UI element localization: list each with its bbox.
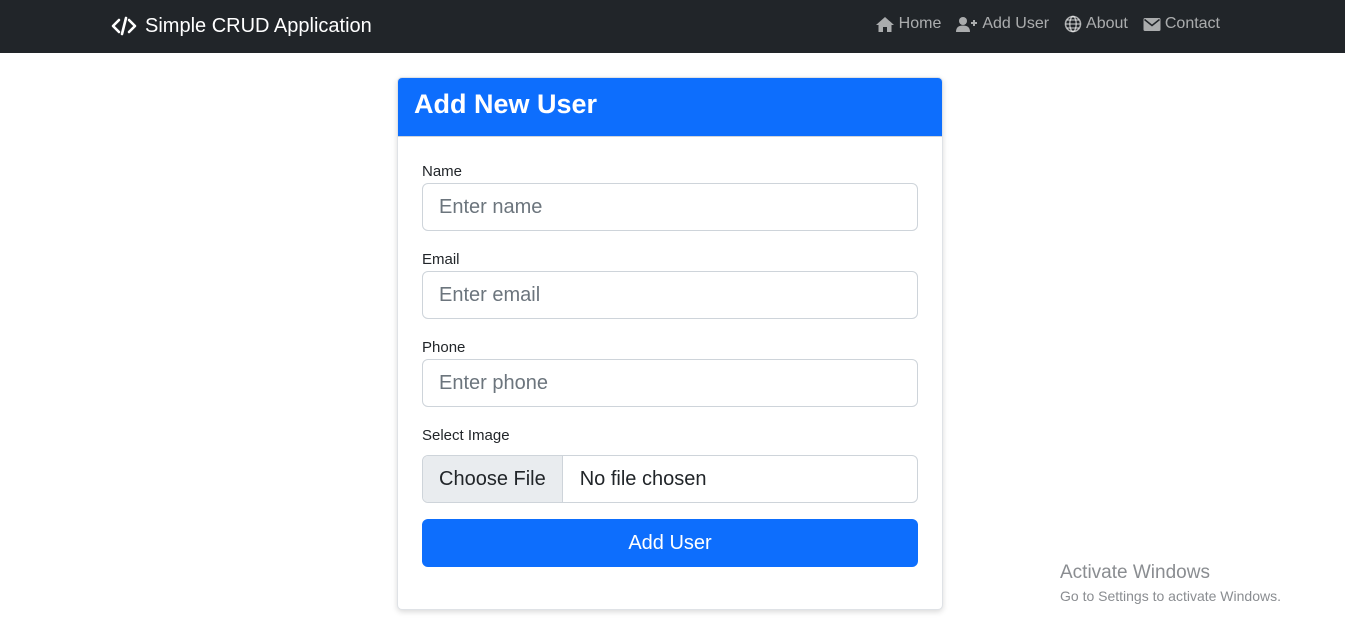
home-icon	[875, 16, 894, 32]
nav-links: Home Add User About Contact	[860, 15, 1220, 33]
user-plus-icon	[956, 16, 978, 32]
nav-add-user-label: Add User	[982, 15, 1050, 32]
phone-input[interactable]	[422, 359, 918, 407]
nav-about[interactable]: About	[1064, 15, 1128, 33]
name-input[interactable]	[422, 183, 918, 231]
image-label: Select Image	[422, 427, 510, 444]
add-user-button[interactable]: Add User	[422, 519, 918, 567]
globe-icon	[1064, 15, 1082, 33]
brand-label: Simple CRUD Application	[145, 14, 372, 37]
watermark-title: Activate Windows	[1060, 562, 1210, 583]
nav-contact-label: Contact	[1164, 15, 1220, 32]
nav-home-label: Home	[898, 15, 942, 32]
nav-about-label: About	[1086, 15, 1128, 32]
name-label: Name	[422, 163, 463, 180]
add-user-form: Name Email Phone Select Image Choose Fil…	[398, 163, 942, 567]
envelope-icon	[1143, 17, 1161, 31]
nav-add-user[interactable]: Add User	[956, 15, 1049, 33]
navbar: Simple CRUD Application Home Add User Ab…	[0, 0, 1345, 53]
phone-label: Phone	[422, 339, 466, 356]
email-input[interactable]	[422, 271, 918, 319]
activate-windows-watermark: Activate Windows Go to Settings to activ…	[1060, 561, 1281, 606]
watermark-subtitle: Go to Settings to activate Windows.	[1060, 588, 1281, 604]
nav-contact[interactable]: Contact	[1143, 15, 1220, 33]
nav-home[interactable]: Home	[875, 15, 942, 33]
add-user-card: Add New User Name Email Phone Select Ima…	[397, 77, 943, 610]
file-status: No file chosen	[579, 467, 707, 490]
choose-file-button[interactable]: Choose File	[423, 456, 563, 502]
card-title: Add New User	[398, 78, 942, 137]
image-file-input[interactable]: Choose File No file chosen	[422, 455, 918, 503]
code-icon	[111, 16, 137, 36]
navbar-brand[interactable]: Simple CRUD Application	[111, 14, 372, 38]
email-label: Email	[422, 251, 460, 268]
